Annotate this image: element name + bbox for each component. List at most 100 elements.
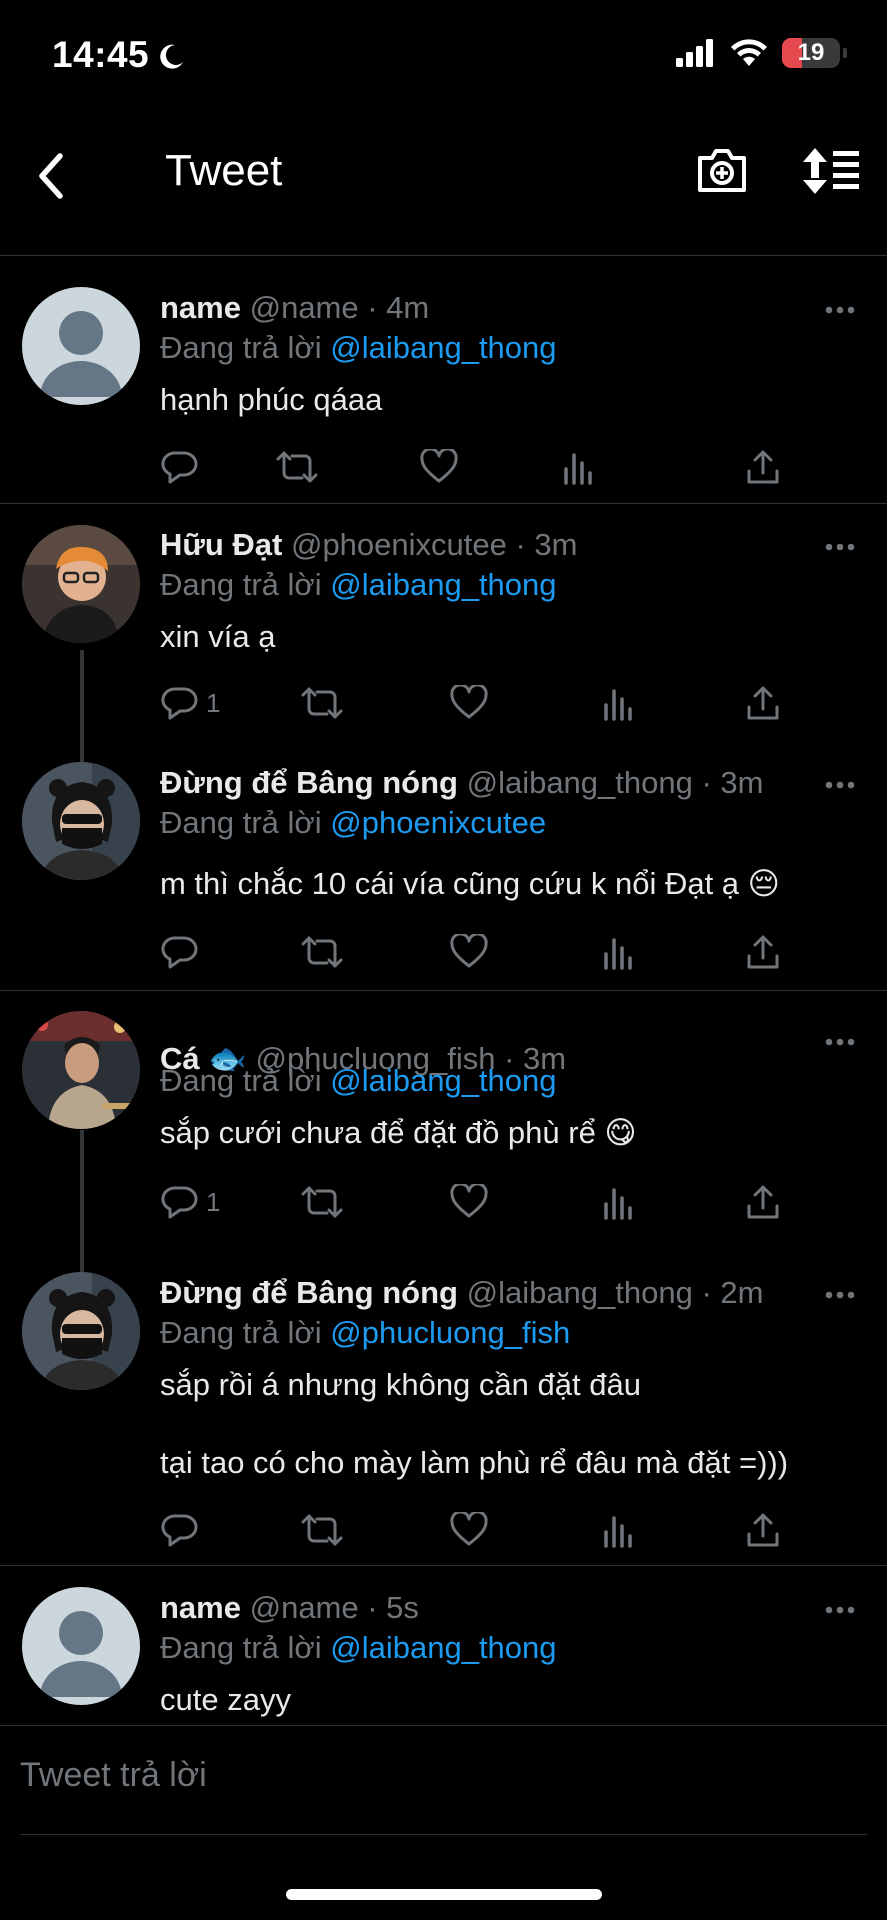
battery-indicator: 19 — [782, 38, 840, 68]
views-chart-icon — [564, 453, 592, 485]
reply-button[interactable]: 1 — [160, 1182, 220, 1222]
top-navigation-bar: Tweet — [0, 110, 887, 256]
mention-link[interactable]: @laibang_thong — [330, 330, 556, 365]
avatar[interactable] — [22, 525, 140, 643]
replying-to: Đang trả lời @laibang_thong — [160, 1063, 557, 1099]
mention-link[interactable]: @phoenixcutee — [330, 805, 546, 840]
tweet-text: sắp cưới chưa để đặt đồ phù rể 😋 — [160, 1115, 637, 1150]
avatar[interactable] — [22, 1272, 140, 1390]
share-button[interactable] — [745, 932, 781, 972]
more-options-icon[interactable] — [825, 1605, 855, 1615]
replying-to: Đang trả lời @laibang_thong — [160, 567, 557, 603]
mention-link[interactable]: @laibang_thong — [330, 567, 556, 602]
display-name[interactable]: name — [160, 290, 241, 325]
tweet[interactable]: name @name · 5s Đang trả lời @laibang_th… — [0, 1566, 887, 1724]
avatar[interactable] — [22, 287, 140, 405]
more-options-icon[interactable] — [825, 1290, 855, 1300]
heart-icon — [450, 685, 488, 719]
share-button[interactable] — [745, 1182, 781, 1222]
views-button[interactable] — [600, 932, 636, 972]
back-arrow-icon[interactable] — [30, 148, 70, 204]
replying-to-label: Đang trả lời — [160, 805, 322, 840]
display-name[interactable]: Hữu Đạt — [160, 527, 282, 562]
views-chart-icon — [604, 1188, 632, 1220]
cellular-signal-icon — [676, 39, 713, 67]
retweet-button[interactable] — [275, 447, 319, 487]
default-avatar-icon — [40, 311, 122, 397]
tweet-text: m thì chắc 10 cái vía cũng cứu k nổi Đạt… — [160, 866, 780, 901]
tweet-header: Đừng để Bâng nóng @laibang_thong · 3m — [160, 765, 763, 801]
user-photo — [22, 525, 140, 643]
share-button[interactable] — [745, 447, 781, 487]
reply-input[interactable]: Tweet trả lời — [20, 1756, 207, 1795]
tweet-actions — [160, 932, 800, 972]
handle-time: @laibang_thong · 3m — [466, 765, 764, 800]
avatar[interactable] — [22, 1587, 140, 1705]
views-button[interactable] — [600, 1510, 636, 1550]
avatar[interactable] — [22, 762, 140, 880]
more-options-icon[interactable] — [825, 542, 855, 552]
reply-button[interactable] — [160, 447, 198, 487]
like-button[interactable] — [450, 932, 488, 972]
sort-replies-icon[interactable] — [803, 148, 861, 194]
retweet-button[interactable] — [300, 932, 344, 972]
reply-divider — [20, 1834, 867, 1835]
replying-to-label: Đang trả lời — [160, 1630, 322, 1665]
display-name[interactable]: Đừng để Bâng nóng — [160, 765, 458, 800]
share-button[interactable] — [745, 683, 781, 723]
tweet[interactable]: Đừng để Bâng nóng @laibang_thong · 3m Đa… — [0, 745, 887, 990]
mention-link[interactable]: @laibang_thong — [330, 1630, 556, 1665]
views-button[interactable] — [600, 683, 636, 723]
reply-button[interactable] — [160, 1510, 198, 1550]
views-button[interactable] — [600, 1182, 636, 1222]
mention-link[interactable]: @phucluong_fish — [330, 1315, 570, 1350]
more-options-icon[interactable] — [825, 1037, 855, 1047]
home-indicator[interactable] — [286, 1889, 602, 1900]
handle-time: @name · 5s — [249, 1590, 419, 1625]
share-button[interactable] — [745, 1510, 781, 1550]
display-name[interactable]: Đừng để Bâng nóng — [160, 1275, 458, 1310]
like-button[interactable] — [420, 447, 458, 487]
wifi-icon — [731, 39, 767, 66]
share-icon — [747, 935, 779, 969]
like-button[interactable] — [450, 683, 488, 723]
retweet-button[interactable] — [300, 683, 344, 723]
tweet[interactable]: name @name · 4m Đang trả lời @laibang_th… — [0, 255, 887, 505]
tweet-actions — [160, 447, 800, 487]
retweet-button[interactable] — [300, 1510, 344, 1550]
tweet-text-line2: tại tao có cho mày làm phù rể đâu mà đặt… — [160, 1445, 789, 1480]
avatar[interactable] — [22, 1011, 140, 1129]
camera-plus-icon[interactable] — [696, 146, 748, 194]
retweet-button[interactable] — [300, 1182, 344, 1222]
tweet-text: cute zayy — [160, 1682, 291, 1717]
views-chart-icon — [604, 938, 632, 970]
battery-percent: 19 — [797, 39, 825, 66]
reply-count: 1 — [206, 687, 221, 718]
handle-time: @name · 4m — [249, 290, 430, 325]
retweet-icon — [301, 687, 343, 719]
like-button[interactable] — [450, 1182, 488, 1222]
more-options-icon[interactable] — [825, 780, 855, 790]
more-options-icon[interactable] — [825, 305, 855, 315]
user-photo — [22, 1011, 140, 1129]
tweet[interactable]: Đừng để Bâng nóng @laibang_thong · 2m Đa… — [0, 1251, 887, 1564]
reply-icon — [161, 1514, 198, 1547]
replying-to-label: Đang trả lời — [160, 1063, 322, 1098]
reply-button[interactable] — [160, 932, 198, 972]
reply-button[interactable]: 1 — [160, 683, 220, 723]
tweet-header: name @name · 5s — [160, 1590, 419, 1626]
mention-link[interactable]: @laibang_thong — [330, 1063, 556, 1098]
views-button[interactable] — [560, 447, 596, 487]
heart-icon — [450, 1184, 488, 1218]
display-name[interactable]: name — [160, 1590, 241, 1625]
views-chart-icon — [604, 1516, 632, 1548]
like-button[interactable] — [450, 1510, 488, 1550]
replying-to-label: Đang trả lời — [160, 567, 322, 602]
heart-icon — [450, 934, 488, 968]
tweet[interactable]: Hữu Đạt @phoenixcutee · 3m Đang trả lời … — [0, 505, 887, 745]
page-title: Tweet — [165, 146, 283, 195]
battery-cap — [843, 48, 847, 58]
tweet[interactable]: Cá 🐟 @phucluong_fish · 3m Đang trả lời @… — [0, 991, 887, 1251]
replying-to-label: Đang trả lời — [160, 1315, 322, 1350]
tweet-header: name @name · 4m — [160, 290, 429, 326]
